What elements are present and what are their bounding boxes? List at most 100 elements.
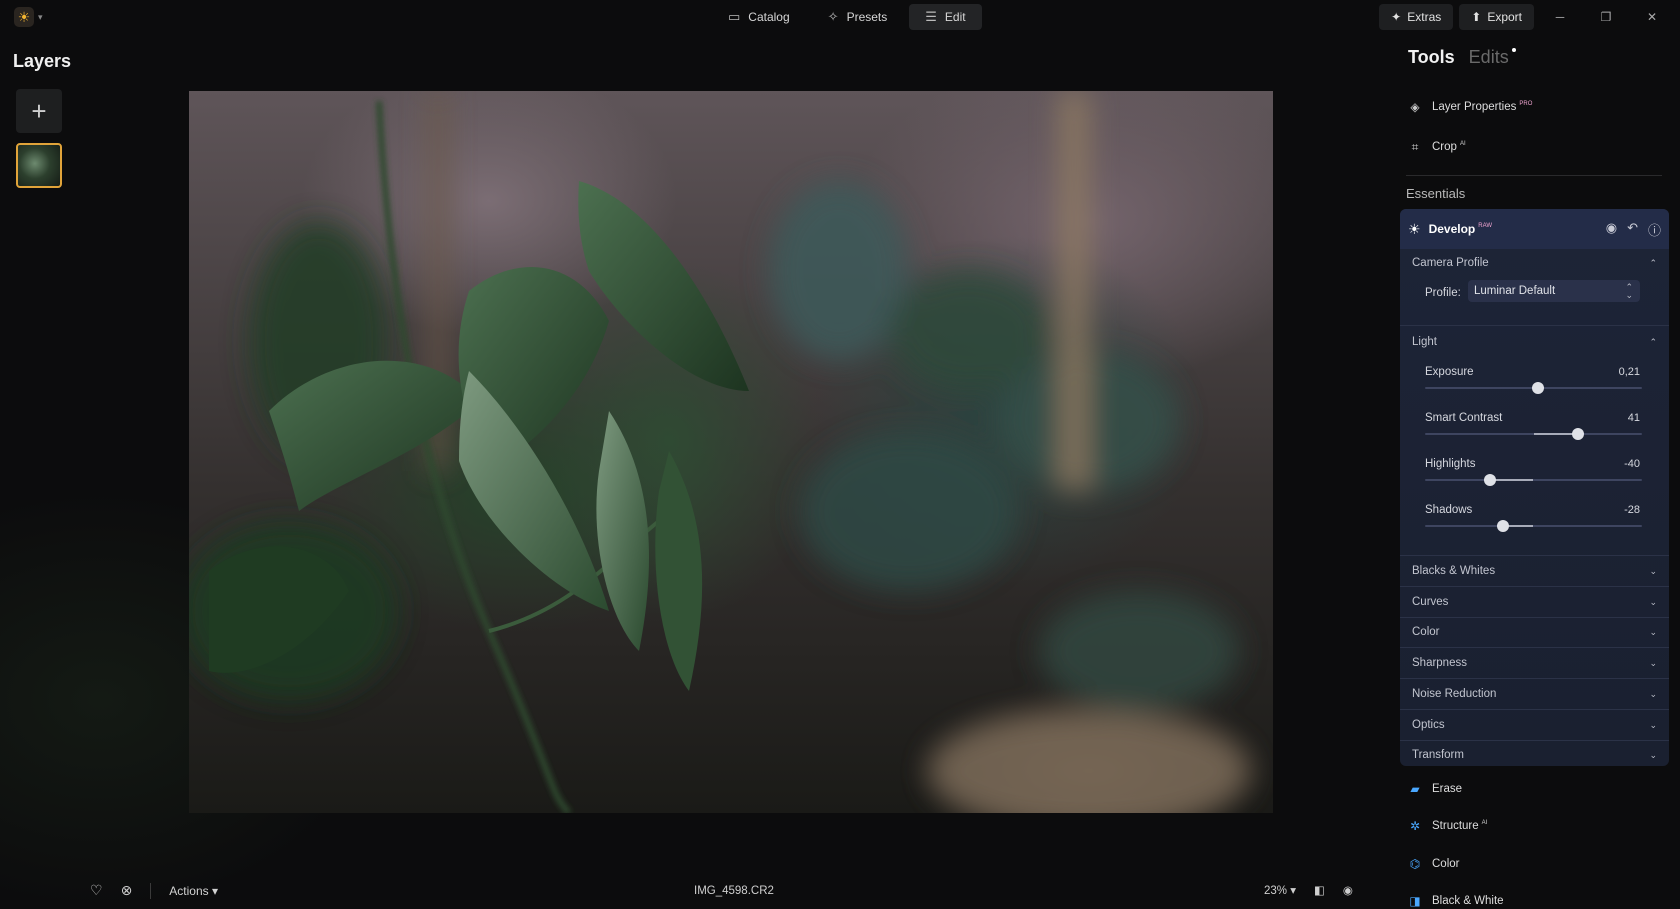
actions-button[interactable]: Actions ▾ bbox=[169, 884, 218, 898]
tab-edits-label: Edits bbox=[1468, 47, 1509, 67]
updown-chevron-icon: ⌃ ⌄ bbox=[1625, 282, 1633, 300]
slider-knob[interactable] bbox=[1571, 428, 1584, 440]
essentials-heading: Essentials bbox=[1406, 186, 1466, 201]
section-title: Optics bbox=[1412, 718, 1445, 731]
chevron-up-icon[interactable]: ⌃ bbox=[1649, 258, 1657, 269]
section-title: Color bbox=[1412, 626, 1440, 639]
section-title: Transform bbox=[1412, 749, 1464, 762]
black-white-icon: ◨ bbox=[1409, 894, 1421, 908]
zoom-dropdown[interactable]: 23% ▾ bbox=[1264, 883, 1296, 897]
plus-icon: + bbox=[31, 95, 47, 126]
profile-label: Profile: bbox=[1425, 287, 1461, 299]
tab-presets-label: Presets bbox=[846, 10, 888, 24]
chevron-down-icon: ⌄ bbox=[1649, 750, 1657, 761]
close-button[interactable]: ✕ bbox=[1632, 4, 1672, 30]
restore-button[interactable]: ❐ bbox=[1586, 4, 1626, 30]
section-title: Curves bbox=[1412, 595, 1449, 608]
heart-icon[interactable]: ♡ bbox=[90, 882, 103, 899]
reject-icon[interactable]: ⊗ bbox=[121, 882, 133, 899]
crop-label: Crop AI bbox=[1432, 141, 1466, 153]
slider-value[interactable]: -28 bbox=[1624, 504, 1640, 516]
develop-panel: ☀ Develop RAW ◉ ↶ ⓘ Camera Profile ⌃ Pro… bbox=[1400, 209, 1669, 766]
camera-profile-title[interactable]: Camera Profile bbox=[1412, 257, 1489, 269]
layers-title: Layers bbox=[13, 51, 72, 71]
chevron-down-icon: ⌄ bbox=[1649, 658, 1657, 669]
tab-tools[interactable]: Tools bbox=[1408, 47, 1455, 68]
undo-icon[interactable]: ↶ bbox=[1627, 220, 1638, 239]
chevron-down-icon: ⌄ bbox=[1649, 596, 1657, 607]
slider-label: Smart Contrast bbox=[1425, 412, 1503, 424]
preview-eye-icon[interactable]: ◉ bbox=[1343, 883, 1353, 897]
sparkle-icon: ✧ bbox=[827, 9, 839, 24]
tool-layer-properties[interactable]: ◈ Layer Properties PRO bbox=[1408, 100, 1532, 114]
slider-label: Shadows bbox=[1425, 504, 1473, 516]
slider-value[interactable]: 41 bbox=[1628, 412, 1640, 424]
ai-badge: AI bbox=[1481, 820, 1488, 826]
photo-canvas[interactable] bbox=[189, 91, 1273, 813]
slider-track[interactable] bbox=[1425, 520, 1642, 532]
slider-knob[interactable] bbox=[1484, 474, 1497, 486]
eye-icon[interactable]: ◉ bbox=[1606, 220, 1617, 239]
info-icon[interactable]: ⓘ bbox=[1648, 220, 1661, 239]
slider-track[interactable] bbox=[1425, 382, 1642, 394]
tab-catalog[interactable]: ▭ Catalog bbox=[712, 4, 806, 30]
crop-icon: ⌗ bbox=[1411, 139, 1419, 154]
section-curves[interactable]: Curves ⌄ bbox=[1400, 587, 1669, 618]
tools-divider bbox=[1406, 175, 1662, 176]
compare-icon[interactable]: ◧ bbox=[1314, 883, 1325, 897]
slider-fill bbox=[1490, 479, 1534, 481]
chevron-down-icon: ⌄ bbox=[1649, 566, 1657, 576]
light-title[interactable]: Light bbox=[1412, 336, 1437, 348]
mode-nav: ▭ Catalog ✧ Presets ☰ Edit bbox=[712, 4, 982, 30]
section-transform[interactable]: Transform ⌄ bbox=[1400, 740, 1669, 766]
slider-knob[interactable] bbox=[1497, 520, 1510, 532]
section-title: Noise Reduction bbox=[1412, 687, 1497, 700]
slider-value[interactable]: 0,21 bbox=[1619, 366, 1640, 378]
export-button[interactable]: ⬆ Export bbox=[1459, 4, 1534, 30]
tab-presets[interactable]: ✧ Presets bbox=[812, 4, 904, 30]
tool-black-white[interactable]: ◨ Black & White bbox=[1408, 894, 1504, 908]
tab-edits[interactable]: Edits bbox=[1468, 47, 1516, 68]
chevron-down-icon: ⌄ bbox=[1649, 719, 1657, 730]
section-color[interactable]: Color ⌄ bbox=[1400, 617, 1669, 649]
structure-icon: ✲ bbox=[1409, 819, 1421, 833]
slider-knob[interactable] bbox=[1531, 382, 1544, 394]
section-title: Blacks & Whites bbox=[1412, 565, 1496, 577]
tab-edit[interactable]: ☰ Edit bbox=[909, 4, 982, 30]
section-optics[interactable]: Optics ⌄ bbox=[1400, 710, 1669, 741]
slider-track[interactable] bbox=[1425, 428, 1642, 440]
top-right-controls: ✦ Extras ⬆ Export ─ ❐ ✕ bbox=[1379, 4, 1680, 30]
slider-label: Exposure bbox=[1425, 366, 1474, 378]
tool-color[interactable]: ⌬ Color bbox=[1408, 857, 1460, 871]
filename-label: IMG_4598.CR2 bbox=[694, 885, 774, 897]
sliders-icon: ☰ bbox=[925, 9, 937, 24]
folder-icon: ▭ bbox=[728, 9, 741, 24]
section-sharpness[interactable]: Sharpness ⌄ bbox=[1400, 648, 1669, 680]
section-blacks-whites[interactable]: Blacks & Whites ⌄ bbox=[1400, 556, 1669, 587]
slider-value[interactable]: -40 bbox=[1624, 458, 1640, 470]
profile-select[interactable]: Luminar Default ⌃ ⌄ bbox=[1468, 280, 1640, 302]
add-layer-button[interactable]: + bbox=[16, 89, 62, 133]
export-label: Export bbox=[1487, 10, 1522, 24]
bottom-separator bbox=[150, 882, 152, 899]
slider-track[interactable] bbox=[1425, 474, 1642, 486]
app-menu-button[interactable]: ☀ ▾ bbox=[14, 6, 54, 28]
tool-erase[interactable]: ▰ Erase bbox=[1408, 782, 1462, 796]
develop-title: Develop bbox=[1428, 222, 1476, 236]
chevron-up-icon[interactable]: ⌃ bbox=[1649, 337, 1657, 348]
close-icon: ✕ bbox=[1646, 10, 1658, 24]
section-title: Sharpness bbox=[1412, 657, 1467, 670]
develop-actions: ◉ ↶ ⓘ bbox=[1606, 220, 1661, 239]
minimize-button[interactable]: ─ bbox=[1540, 4, 1580, 30]
chevron-down-icon: ▾ bbox=[38, 11, 43, 22]
tool-structure[interactable]: ✲ Structure AI bbox=[1408, 819, 1487, 833]
app-logo-icon: ☀ bbox=[14, 7, 34, 27]
profile-value: Luminar Default bbox=[1474, 285, 1556, 297]
slider-label: Highlights bbox=[1425, 458, 1476, 470]
tool-crop[interactable]: ⌗ Crop AI bbox=[1408, 140, 1466, 154]
tool-label: Black & White bbox=[1432, 895, 1504, 907]
extras-button[interactable]: ✦ Extras bbox=[1379, 4, 1454, 30]
develop-header[interactable]: ☀ Develop RAW ◉ ↶ ⓘ bbox=[1400, 209, 1669, 249]
section-noise-reduction[interactable]: Noise Reduction ⌄ bbox=[1400, 679, 1669, 710]
layer-thumbnail[interactable] bbox=[16, 143, 62, 188]
